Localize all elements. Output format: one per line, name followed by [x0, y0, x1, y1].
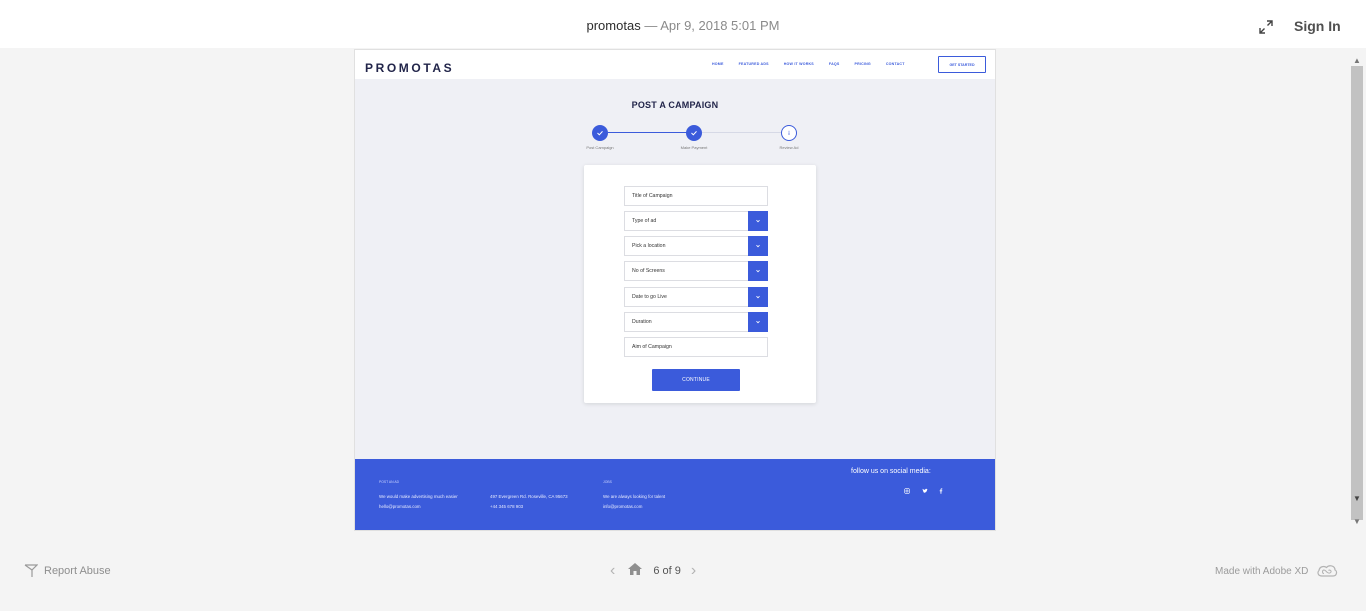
field-label: Type of ad: [632, 218, 657, 224]
stepper-line-complete: [608, 132, 695, 133]
footer-col3-email[interactable]: info@promotas.com: [603, 504, 642, 509]
footer-col3-line1: We are always looking for talent: [603, 494, 666, 499]
step-1-circle: [592, 125, 608, 141]
previous-page-icon[interactable]: ‹: [610, 562, 615, 580]
nav-featured-ads[interactable]: FEATURED ADS: [739, 62, 769, 68]
nav-home[interactable]: HOME: [712, 62, 724, 68]
scroll-up-arrow-icon[interactable]: ▲: [1353, 56, 1361, 65]
stepper-line-pending: [702, 132, 782, 133]
footer-col3-heading: JOBS: [603, 480, 612, 484]
date-to-go-live-select[interactable]: Date to go Live: [624, 287, 768, 307]
made-with-adobe-xd: Made with Adobe XD: [1215, 563, 1338, 579]
scrollbar-lower-thumb[interactable]: [1351, 508, 1363, 514]
nav-pricing[interactable]: PRICING: [855, 62, 871, 68]
artboard-pager: ‹ 6 of 9 ›: [610, 562, 696, 580]
chevron-down-icon[interactable]: [748, 236, 768, 256]
vertical-scrollbar[interactable]: ▲ ▼ ▼: [1350, 52, 1364, 530]
field-label: Date to go Live: [632, 294, 667, 300]
scrollbar-thumb[interactable]: [1351, 66, 1363, 520]
field-label: Pick a location: [632, 243, 666, 249]
check-icon: [597, 131, 603, 136]
continue-button[interactable]: CONTINUE: [652, 369, 740, 391]
type-of-ad-select[interactable]: Type of ad: [624, 211, 768, 231]
report-abuse-label: Report Abuse: [44, 565, 111, 577]
home-icon[interactable]: [627, 562, 643, 581]
footer-col1-email[interactable]: hello@promotas.com: [379, 504, 421, 509]
site-nav-links: HOME FEATURED ADS HOW IT WORKS FAQS PRIC…: [712, 62, 920, 68]
nav-faqs[interactable]: FAQS: [829, 62, 840, 68]
footer-address: 497 Evergreen Rd. Roseville, CA 95673: [490, 494, 568, 499]
site-logo[interactable]: PROMOTAS: [365, 61, 454, 75]
footer-col1-line1: We would make advertising much easier: [379, 494, 458, 499]
creative-cloud-icon: [1317, 565, 1338, 577]
field-label: Title of Campaign: [632, 193, 673, 199]
social-media-heading: follow us on social media:: [851, 468, 931, 475]
made-with-label: Made with Adobe XD: [1215, 565, 1309, 577]
pick-location-select[interactable]: Pick a location: [624, 236, 768, 256]
facebook-icon[interactable]: [937, 487, 945, 495]
check-icon: [691, 131, 697, 136]
artboard-preview: PROMOTAS HOME FEATURED ADS HOW IT WORKS …: [355, 50, 995, 530]
twitter-icon[interactable]: [921, 487, 929, 495]
field-label: Aim of Campaign: [632, 344, 672, 350]
page-title: POST A CAMPAIGN: [631, 100, 719, 110]
step-2-circle: [686, 125, 702, 141]
site-footer: POST AN AD We would make advertising muc…: [355, 459, 995, 530]
title-separator: —: [644, 18, 658, 33]
field-label: No of Screens: [632, 268, 665, 274]
fullscreen-expand-icon[interactable]: [1257, 18, 1275, 36]
step-3-circle: [781, 125, 797, 141]
document-title: promotas — Apr 9, 2018 5:01 PM: [0, 18, 1366, 33]
info-icon: [788, 130, 790, 135]
step-1-label: Post Campaign: [586, 145, 614, 150]
flag-icon: [24, 564, 38, 577]
nav-contact[interactable]: CONTACT: [886, 62, 905, 68]
no-of-screens-select[interactable]: No of Screens: [624, 261, 768, 281]
chevron-down-icon[interactable]: [748, 312, 768, 332]
title-of-campaign-input[interactable]: Title of Campaign: [624, 186, 768, 206]
aim-of-campaign-input[interactable]: Aim of Campaign: [624, 337, 768, 357]
footer-phone: +44 345 678 903: [490, 504, 524, 509]
sign-in-link[interactable]: Sign In: [1294, 18, 1341, 34]
chevron-down-icon[interactable]: [748, 287, 768, 307]
get-started-button[interactable]: GET STARTED: [938, 56, 986, 73]
next-page-icon[interactable]: ›: [691, 562, 696, 580]
document-date: Apr 9, 2018 5:01 PM: [660, 18, 780, 33]
site-navbar: PROMOTAS HOME FEATURED ADS HOW IT WORKS …: [355, 50, 995, 79]
page-indicator: 6 of 9: [653, 565, 681, 577]
chevron-down-icon[interactable]: [748, 211, 768, 231]
step-2-label: Make Payment: [680, 145, 708, 150]
viewer-top-bar: promotas — Apr 9, 2018 5:01 PM Sign In: [0, 0, 1366, 48]
duration-select[interactable]: Duration: [624, 312, 768, 332]
scroll-down-secondary-arrow-icon[interactable]: ▼: [1353, 517, 1361, 526]
step-3-label: Review Ad: [779, 145, 799, 150]
scroll-down-arrow-icon[interactable]: ▼: [1353, 494, 1361, 503]
chevron-down-icon[interactable]: [748, 261, 768, 281]
field-label: Duration: [632, 319, 652, 325]
nav-how-it-works[interactable]: HOW IT WORKS: [784, 62, 814, 68]
report-abuse-link[interactable]: Report Abuse: [24, 564, 111, 578]
campaign-form-card: Title of Campaign Type of ad Pick a loca…: [584, 165, 816, 403]
instagram-icon[interactable]: [903, 487, 911, 495]
document-name: promotas: [586, 18, 641, 33]
footer-col1-heading: POST AN AD: [379, 480, 400, 484]
